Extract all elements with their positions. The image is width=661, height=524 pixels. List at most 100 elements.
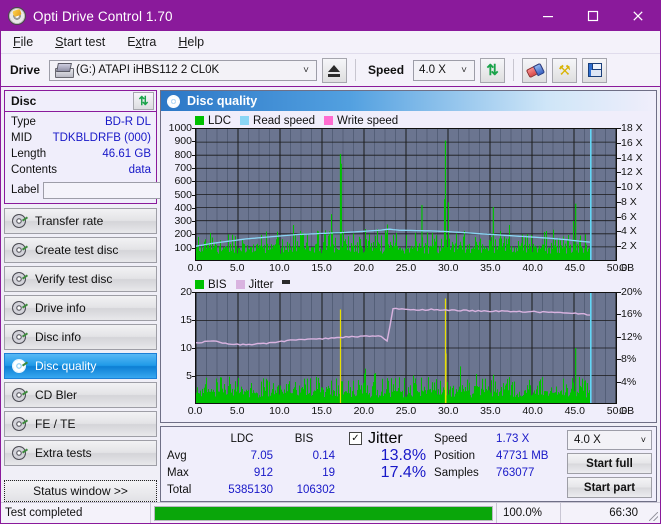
drive-label: Drive [10,63,41,77]
test-speed-select[interactable]: 4.0 X ˅ [566,430,652,450]
sidebar-item-disc-info[interactable]: Disc info [4,324,157,350]
axis-tick: 700 [174,161,196,174]
ldc-chart-container: LDC Read speed Write speed 100 200 300 400 5… [161,111,656,276]
maximize-button[interactable] [570,1,615,31]
legend-swatch [324,116,334,125]
bis-chart-container: BIS Jitter 5 10 15 20 4% 8% 12% 16% 20% [161,276,656,419]
sidebar-item-extra-tests[interactable]: Extra tests [4,440,157,466]
axis-tick: 20 [180,286,196,298]
disc-row-type: Type BD-R DL [11,115,151,130]
axis-tick: 16% [616,308,643,321]
jitter-avg-value: 13.8% [380,447,427,464]
axis-tick: 16 X [617,136,643,149]
sidebar-item-label: FE / TE [35,417,76,431]
axis-tick: 15.0 [311,405,332,417]
axis-tick: 2 X [617,240,637,253]
axis-tick: 8 X [617,195,637,208]
legend-swatch [235,280,245,289]
axis-tick: 100 [174,241,196,254]
disc-value: 46.61 GB [102,148,151,160]
disc-key: Type [11,116,36,128]
menu-extra[interactable]: Extra [123,33,166,51]
disc-icon [12,243,26,257]
sidebar-item-transfer-rate[interactable]: Transfer rate [4,208,157,234]
menu-start-test[interactable]: Start test [51,33,115,51]
sidebar-item-cd-bler[interactable]: CD Bler [4,382,157,408]
disc-refresh-button[interactable]: ⇅ [133,92,154,110]
refresh-icon: ⇅ [486,61,499,79]
save-button[interactable] [582,57,608,83]
chevron-down-icon: ˅ [303,64,309,76]
refresh-button[interactable]: ⇅ [480,57,506,83]
status-window-button[interactable]: Status window >> [4,480,157,502]
disc-key: Contents [11,164,58,176]
axis-tick: 5.0 [229,405,245,417]
start-part-button[interactable]: Start part [566,477,652,498]
sidebar-item-fe-te[interactable]: FE / TE [4,411,157,437]
legend-entry-read-speed: Read speed [240,115,315,127]
wrench-icon: ⚒ [558,62,571,78]
sidebar-item-disc-quality[interactable]: Disc quality [4,353,157,379]
menu-file[interactable]: FFileile [9,33,43,51]
minimize-button[interactable] [525,1,570,31]
axis-tick: 4% [616,375,637,388]
eject-button[interactable] [322,57,348,83]
speed-select[interactable]: 4.0 X ˅ [413,59,476,81]
speed-row: Speed 1.73 X [434,430,567,447]
jitter-checkbox[interactable]: ✓ [349,432,362,445]
axis-tick: 40.0 [522,262,543,274]
sidebar-item-label: Drive info [35,301,86,315]
axis-tick: 25.0 [395,405,417,417]
ldc-plot-area [195,128,617,261]
sidebar-item-label: Transfer rate [35,214,104,228]
ldc-x-axis-unit: GB [619,262,635,274]
axis-tick: 30.0 [437,262,459,274]
progress-percent: 100.0% [496,503,560,523]
disc-value: TDKBLDRFB (000) [52,132,151,144]
axis-tick: 4 X [617,225,637,238]
drive-icon [55,63,75,78]
start-full-button[interactable]: Start full [566,453,652,474]
axis-tick: 10 X [617,181,643,194]
position-block: Speed 1.73 X Position 47731 MB Samples 7… [434,430,567,498]
sidebar-item-label: CD Bler [35,388,78,402]
disc-icon [12,272,26,286]
legend-entry-jitter: Jitter [235,279,273,291]
drive-select-value: (G:) ATAPI iHBS112 2 CL0K [76,64,220,76]
sidebar-item-label: Verify test disc [35,272,113,286]
disc-value: data [128,164,151,176]
axis-tick: 10.0 [269,405,290,417]
ldc-y-axis-left: 100 200 300 400 500 600 700 800 900 1000 [165,122,197,261]
tools-button[interactable]: ⚒ [552,57,578,83]
legend-swatch [240,116,250,125]
sidebar-item-label: Disc info [35,330,82,344]
disc-key: Length [11,148,47,160]
erase-button[interactable] [522,57,548,83]
title-bar: Opti Drive Control 1.70 [1,1,660,31]
stats-col-bis: BIS [294,432,314,445]
sidebar-item-label: Disc quality [35,359,97,373]
drive-select[interactable]: (G:) ATAPI iHBS112 2 CL0K ˅ [49,59,318,81]
axis-tick: 800 [174,148,196,161]
legend-swatch [195,116,204,125]
axis-tick: 900 [174,135,196,148]
ldc-chart-legend: LDC Read speed Write speed [165,113,652,128]
sidebar-item-drive-info[interactable]: Drive info [4,295,157,321]
bis-x-axis: 0.0 5.0 10.0 15.0 20.0 25.0 30.0 35.0 40.0 45.0 50… [188,404,628,419]
sidebar-item-verify-test-disc[interactable]: Verify test disc [4,266,157,292]
resize-grip[interactable] [646,503,660,523]
axis-tick: 40.0 [522,405,543,417]
menu-help[interactable]: Help [174,33,214,51]
disc-quality-header: Disc quality [161,91,656,111]
axis-tick: 300 [174,215,196,228]
disc-row-mid: MID TDKBLDRFB (000) [11,131,151,146]
bis-x-axis-unit: GB [619,405,635,417]
legend-label: BIS [208,278,227,291]
sidebar-item-create-test-disc[interactable]: Create test disc [4,237,157,263]
stats-cell: 5385130 [228,483,273,496]
close-button[interactable] [615,1,660,31]
window-title: Opti Drive Control 1.70 [33,8,173,24]
legend-label: LDC [208,114,232,127]
stats-header-row: LDC BIS [167,430,335,447]
